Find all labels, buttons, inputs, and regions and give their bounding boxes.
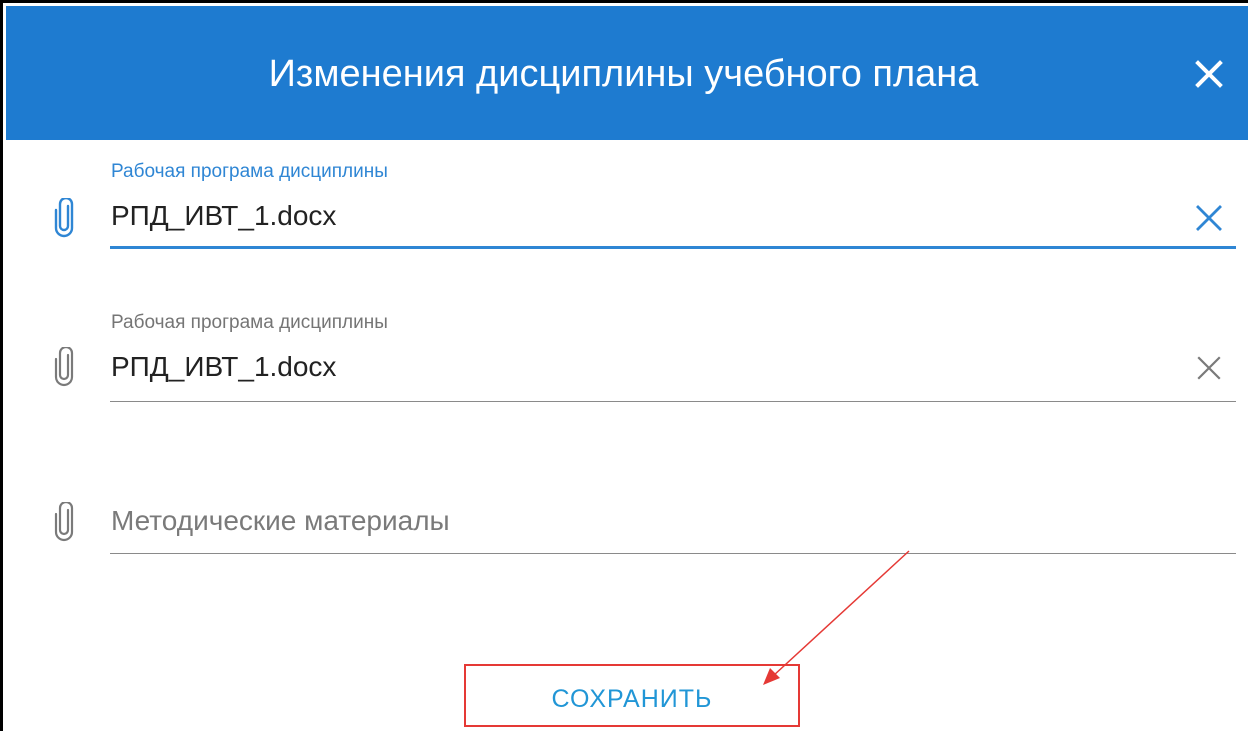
dialog-header: Изменения дисциплины учебного плана (6, 6, 1248, 140)
close-icon[interactable] (1189, 54, 1229, 94)
paperclip-icon (53, 345, 75, 387)
save-button-label: СОХРАНИТЬ (551, 685, 713, 713)
dialog-title: Изменения дисциплины учебного плана (268, 53, 979, 95)
save-button[interactable]: СОХРАНИТЬ (464, 664, 800, 727)
field-value[interactable]: РПД_ИВТ_1.docx (111, 200, 336, 232)
dialog: Изменения дисциплины учебного плана Рабо… (0, 0, 1248, 731)
clear-icon[interactable] (1193, 202, 1225, 234)
paperclip-icon (53, 196, 75, 238)
field-underline (110, 401, 1236, 402)
field-value[interactable]: РПД_ИВТ_1.docx (111, 351, 336, 383)
paperclip-icon (53, 500, 75, 542)
field-underline (110, 246, 1236, 249)
field-placeholder[interactable]: Методические материалы (111, 505, 450, 537)
clear-icon[interactable] (1193, 352, 1225, 384)
field-underline (110, 553, 1236, 554)
field-label: Рабочая програма дисциплины (111, 161, 388, 182)
field-label: Рабочая програма дисциплины (111, 312, 388, 333)
